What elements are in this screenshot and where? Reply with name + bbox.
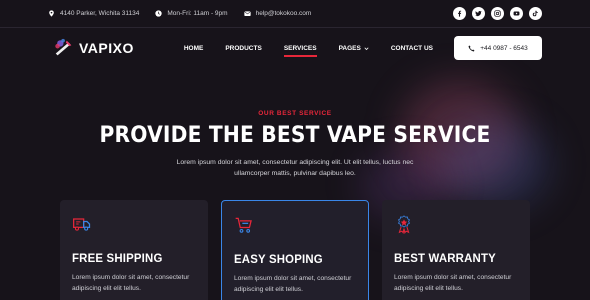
card-title: EASY SHOPING xyxy=(234,252,323,266)
tiktok-icon[interactable] xyxy=(529,7,542,20)
top-info-bar: 4140 Parker, Wichita 31134 Mon-Fri: 11am… xyxy=(0,0,590,28)
chevron-down-icon xyxy=(364,46,369,50)
email-text[interactable]: help@tokokoo.com xyxy=(256,10,312,17)
service-card-easy-shopping[interactable]: EASY SHOPING Lorem ipsum dolor sit amet,… xyxy=(221,200,369,300)
medal-icon xyxy=(398,215,410,234)
section-headline: PROVIDE THE BEST VAPE SERVICE xyxy=(99,123,491,148)
page: 4140 Parker, Wichita 31134 Mon-Fri: 11am… xyxy=(0,0,590,300)
logo-text: VAPIXO xyxy=(79,40,134,56)
logo[interactable]: VAPIXO xyxy=(53,37,134,59)
phone-button[interactable]: +44 0987 - 6543 xyxy=(454,36,542,60)
nav-item-label: PAGES xyxy=(338,44,361,52)
facebook-icon[interactable] xyxy=(453,7,466,20)
nav-item-products[interactable]: PRODUCTS xyxy=(214,45,272,52)
card-text: Lorem ipsum dolor sit amet, consectetur … xyxy=(234,275,352,293)
card-text: Lorem ipsum dolor sit amet, consectetur … xyxy=(72,274,190,292)
phone-icon xyxy=(468,45,475,51)
social-links xyxy=(453,7,542,20)
main-navigation: VAPIXO HOME PRODUCTS SERVICES PAGES CONT… xyxy=(0,28,590,68)
service-card-best-warranty[interactable]: BEST WARRANTY Lorem ipsum dolor sit amet… xyxy=(382,200,530,300)
hours-info: Mon-Fri: 11am - 9pm xyxy=(155,10,228,17)
vape-logo-icon xyxy=(55,38,72,56)
truck-icon xyxy=(73,218,91,231)
nav-item-label: PRODUCTS xyxy=(225,44,262,52)
service-card-free-shipping[interactable]: FREE SHIPPING Lorem ipsum dolor sit amet… xyxy=(60,200,208,300)
contact-info: 4140 Parker, Wichita 31134 Mon-Fri: 11am… xyxy=(48,10,311,17)
clock-icon xyxy=(155,10,163,17)
nav-item-label: CONTACT US xyxy=(390,44,433,52)
address-info: 4140 Parker, Wichita 31134 xyxy=(48,10,139,17)
nav-item-home[interactable]: HOME xyxy=(173,45,215,52)
nav-menu: HOME PRODUCTS SERVICES PAGES CONTACT US xyxy=(173,44,444,57)
section-description: Lorem ipsum dolor sit amet, consectetur … xyxy=(176,159,414,177)
instagram-icon[interactable] xyxy=(491,7,504,20)
hours-text: Mon-Fri: 11am - 9pm xyxy=(167,10,228,17)
cart-icon xyxy=(235,217,252,233)
nav-item-pages[interactable]: PAGES xyxy=(328,45,380,52)
nav-item-label: SERVICES xyxy=(283,44,317,52)
nav-item-label: HOME xyxy=(183,44,204,52)
email-info[interactable]: help@tokokoo.com xyxy=(243,10,312,17)
card-text: Lorem ipsum dolor sit amet, consectetur … xyxy=(394,274,512,292)
nav-item-services[interactable]: SERVICES xyxy=(273,44,328,57)
phone-number: +44 0987 - 6543 xyxy=(480,44,528,52)
twitter-icon[interactable] xyxy=(472,7,485,20)
nav-item-contact-us[interactable]: CONTACT US xyxy=(380,45,444,52)
card-title: BEST WARRANTY xyxy=(394,251,496,265)
mail-icon xyxy=(243,11,251,16)
address-text: 4140 Parker, Wichita 31134 xyxy=(60,10,140,17)
youtube-icon[interactable] xyxy=(510,7,523,20)
section-subtitle: OUR BEST SERVICE xyxy=(258,110,332,117)
card-title: FREE SHIPPING xyxy=(72,251,163,265)
location-pin-icon xyxy=(49,10,54,17)
